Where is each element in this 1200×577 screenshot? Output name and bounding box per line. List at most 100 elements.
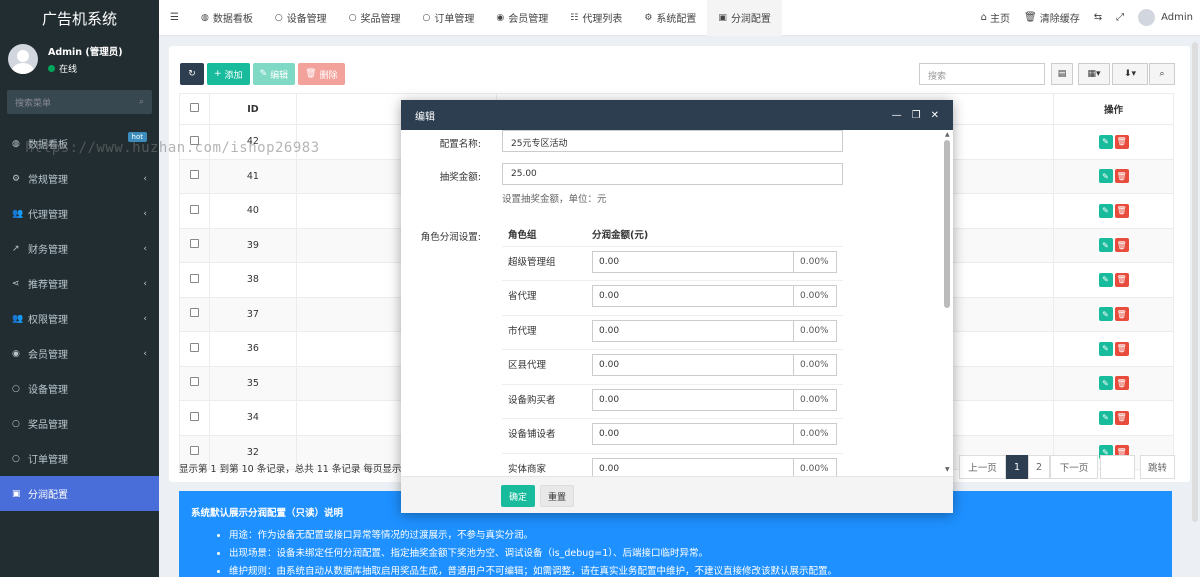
delete-row-button[interactable]: 🗑 <box>1114 203 1129 218</box>
sidebar-item-9[interactable]: ○ 订单管理 <box>0 441 159 476</box>
tab-7[interactable]: ▣ 分润配置 <box>707 0 782 36</box>
row-select-cell[interactable] <box>179 400 210 436</box>
tab-icon: ○ <box>274 12 283 23</box>
next-page-button[interactable]: 下一页 <box>1050 455 1098 479</box>
sidebar-item-1[interactable]: ⚙ 常规管理 ‹ <box>0 161 159 196</box>
row-checkbox[interactable] <box>189 273 199 283</box>
refresh-button[interactable]: ↻ <box>180 63 204 85</box>
row-checkbox[interactable] <box>189 308 199 318</box>
page-1-button[interactable]: 1 <box>1006 455 1028 479</box>
row-select-cell[interactable] <box>179 331 210 367</box>
edit-row-button[interactable]: ✎ <box>1098 341 1113 356</box>
sidebar-item-6[interactable]: ◉ 会员管理 ‹ <box>0 336 159 371</box>
clear-cache-link[interactable]: 🗑 清除缓存 <box>1017 0 1087 36</box>
row-checkbox[interactable] <box>189 377 199 387</box>
jump-page-input[interactable] <box>1100 455 1135 479</box>
fullscreen-icon[interactable]: ⤢ <box>1109 0 1131 36</box>
delete-row-button[interactable]: 🗑 <box>1114 376 1129 391</box>
edit-row-button[interactable]: ✎ <box>1098 272 1113 287</box>
page-scrollbar-thumb[interactable] <box>1192 42 1198 522</box>
sidebar-item-2[interactable]: 👥 代理管理 ‹ <box>0 196 159 231</box>
tab-1[interactable]: ○ 设备管理 <box>264 0 338 36</box>
amount-input[interactable]: 25.00 <box>502 163 843 185</box>
home-link[interactable]: ⌂ 主页 <box>974 0 1017 36</box>
dialog-scrollbar-thumb[interactable] <box>944 140 950 308</box>
row-checkbox[interactable] <box>189 170 199 180</box>
tab-5[interactable]: ☷ 代理列表 <box>559 0 633 36</box>
row-checkbox[interactable] <box>189 342 199 352</box>
row-select-cell[interactable] <box>179 227 210 263</box>
edit-row-button[interactable]: ✎ <box>1098 238 1113 253</box>
row-select-cell[interactable] <box>179 296 210 332</box>
select-all-header[interactable] <box>179 93 210 125</box>
delete-row-button[interactable]: 🗑 <box>1114 272 1129 287</box>
role-amount-input[interactable]: 0.00 0.00% <box>592 423 837 445</box>
scroll-up-icon[interactable]: ▲ <box>945 131 950 138</box>
edit-row-button[interactable]: ✎ <box>1098 134 1113 149</box>
add-button[interactable]: + 添加 <box>207 63 250 85</box>
sidebar-item-7[interactable]: ○ 设备管理 <box>0 371 159 406</box>
edit-row-button[interactable]: ✎ <box>1098 410 1113 425</box>
role-amount-input[interactable]: 0.00 0.00% <box>592 250 837 273</box>
sidebar-item-10[interactable]: ▣ 分润配置 <box>0 476 159 511</box>
config-name-input[interactable]: 25元专区活动 <box>502 130 843 152</box>
prev-page-button[interactable]: 上一页 <box>959 455 1006 479</box>
tab-0[interactable]: ◍ 数据看板 <box>190 0 264 36</box>
columns-button[interactable]: ▦▾ <box>1078 63 1110 85</box>
delete-row-button[interactable]: 🗑 <box>1114 410 1129 425</box>
scroll-down-icon[interactable]: ▼ <box>945 466 950 473</box>
select-all-checkbox[interactable] <box>189 103 199 112</box>
row-checkbox[interactable] <box>189 446 199 456</box>
sidebar-item-8[interactable]: ○ 奖品管理 <box>0 406 159 441</box>
page-2-button[interactable]: 2 <box>1028 455 1050 479</box>
row-select-cell[interactable] <box>179 193 210 229</box>
sidebar-item-3[interactable]: ↗ 财务管理 ‹ <box>0 231 159 266</box>
page-scrollbar[interactable] <box>1192 42 1198 572</box>
minimize-icon[interactable]: — <box>892 110 902 121</box>
row-select-cell[interactable] <box>179 262 210 298</box>
menu-toggle-icon[interactable]: ☰ <box>159 0 190 36</box>
role-amount-input[interactable]: 0.00 0.00% <box>592 354 837 376</box>
delete-row-button[interactable]: 🗑 <box>1114 169 1129 184</box>
delete-row-button[interactable]: 🗑 <box>1114 341 1129 356</box>
edit-row-button[interactable]: ✎ <box>1098 169 1113 184</box>
toggle-view-button[interactable]: ▤ <box>1051 63 1073 85</box>
tab-4[interactable]: ◉ 会员管理 <box>485 0 559 36</box>
row-checkbox[interactable] <box>189 239 199 249</box>
delete-row-button[interactable]: 🗑 <box>1114 134 1129 149</box>
row-checkbox[interactable] <box>189 411 199 421</box>
close-icon[interactable]: ✕ <box>931 110 939 121</box>
edit-row-button[interactable]: ✎ <box>1098 307 1113 322</box>
search-icon[interactable]: ⌕ <box>139 97 144 107</box>
jump-button[interactable]: 跳转 <box>1140 455 1175 479</box>
row-select-cell[interactable] <box>179 158 210 194</box>
confirm-button[interactable]: 确定 <box>501 485 535 507</box>
export-button[interactable]: ⬇▾ <box>1112 63 1148 85</box>
delete-row-button[interactable]: 🗑 <box>1114 238 1129 253</box>
tab-2[interactable]: ○ 奖品管理 <box>338 0 412 36</box>
edit-button[interactable]: ✎ 编辑 <box>252 63 296 85</box>
role-amount-input[interactable]: 0.00 0.00% <box>592 388 837 411</box>
role-amount-input[interactable]: 0.00 0.00% <box>592 319 837 342</box>
edit-row-button[interactable]: ✎ <box>1098 203 1113 218</box>
sidebar-item-4[interactable]: ⋖ 推荐管理 ‹ <box>0 266 159 301</box>
row-checkbox[interactable] <box>189 204 199 214</box>
role-amount-input[interactable]: 0.00 0.00% <box>592 285 837 307</box>
tab-6[interactable]: ⚙ 系统配置 <box>633 0 707 36</box>
row-select-cell[interactable] <box>179 365 210 401</box>
sidebar-search[interactable]: 搜索菜单 ⌕ <box>7 90 152 114</box>
role-amount-input[interactable]: 0.00 0.00% <box>592 457 837 476</box>
sidebar-item-5[interactable]: 👥 权限管理 ‹ <box>0 301 159 336</box>
advanced-search-button[interactable]: ⌕ <box>1149 63 1175 85</box>
notice-item: 维护规则：由系统自动从数据库抽取启用奖品生成，普通用户不可编辑；如需调整，请在真… <box>229 563 1160 577</box>
delete-button[interactable]: 🗑 删除 <box>298 63 345 85</box>
reset-button[interactable]: 重置 <box>540 485 574 507</box>
maximize-icon[interactable]: ❐ <box>912 110 921 121</box>
delete-row-button[interactable]: 🗑 <box>1114 307 1129 322</box>
column-header-id[interactable]: ID <box>208 93 297 125</box>
edit-row-button[interactable]: ✎ <box>1098 376 1113 391</box>
user-menu[interactable]: Admin <box>1131 0 1200 36</box>
language-icon[interactable]: ⇆ <box>1087 0 1109 36</box>
table-search-input[interactable]: 搜索 <box>919 63 1045 85</box>
tab-3[interactable]: ○ 订单管理 <box>412 0 486 36</box>
